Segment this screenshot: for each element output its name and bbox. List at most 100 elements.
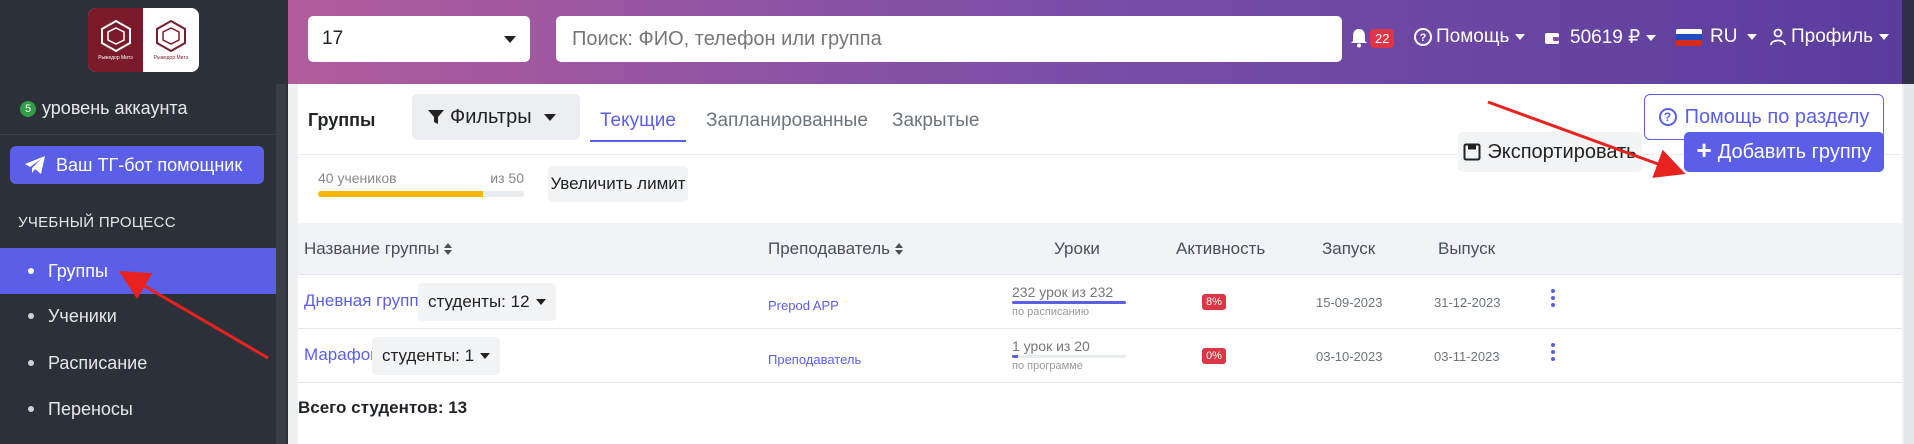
help-label: Помощь [1436, 26, 1510, 47]
activity-badge: 8% [1202, 294, 1226, 310]
teacher-link[interactable]: Prepod APP [768, 298, 839, 313]
tab-planned[interactable]: Запланированные [696, 104, 878, 142]
export-label: Экспортировать [1487, 140, 1637, 163]
account-level-label: уровень аккаунта [42, 98, 188, 118]
account-level[interactable]: 5 уровень аккаунта [20, 98, 187, 119]
logo-mark-dark: Рыжедор Митэ [88, 8, 143, 72]
logo-mark-light: Рыжедор Митэ [143, 8, 199, 72]
sidebar-item-schedule[interactable]: Расписание [0, 340, 276, 386]
chevron-down-icon [1747, 34, 1758, 40]
students-total: Всего студентов: 13 [298, 398, 468, 417]
number-select[interactable]: 17 [308, 16, 530, 62]
column-label: Название группы [304, 239, 440, 258]
students-label: студенты: 12 [428, 292, 530, 311]
student-limit: 40 учеников из 50 [318, 170, 524, 197]
end-date: 31-12-2023 [1434, 295, 1501, 310]
balance-menu[interactable]: 50619 ₽ [1544, 26, 1657, 49]
sidebar-item-groups[interactable]: Группы [0, 248, 276, 294]
end-date: 03-11-2023 [1434, 349, 1500, 364]
column-header-name[interactable]: Название группы [304, 239, 453, 259]
filters-label: Фильтры [450, 105, 532, 128]
divider [0, 134, 276, 135]
telegram-icon [25, 156, 45, 174]
tg-bot-label: Ваш ТГ-бот помощник [56, 154, 243, 175]
language-label: RU [1710, 26, 1738, 47]
table-row: Дневная группа студенты: 12 Prepod APP 2… [298, 275, 1902, 329]
lessons-progress-fill [1012, 355, 1018, 358]
limit-progress-fill [318, 191, 483, 197]
sidebar-item-label: Переносы [48, 398, 133, 419]
limit-total: из 50 [490, 170, 524, 186]
tg-bot-button[interactable]: Ваш ТГ-бот помощник [10, 146, 264, 184]
add-group-button[interactable]: + Добавить группу [1684, 132, 1884, 172]
bullet-icon [28, 360, 34, 366]
lessons-progress: 232 урок из 232 по расписанию [1012, 284, 1126, 318]
profile-menu[interactable]: Профиль [1770, 26, 1890, 48]
groups-panel: Группы Фильтры Текущие Запланированные З… [298, 84, 1902, 444]
students-dropdown[interactable]: студенты: 1 [372, 337, 501, 375]
logo-caption: Рыжедор Митэ [98, 55, 133, 61]
teacher-link[interactable]: Преподаватель [768, 352, 861, 367]
export-button[interactable]: Экспортировать [1458, 132, 1642, 172]
bullet-icon [28, 313, 34, 319]
tab-closed[interactable]: Закрытые [882, 104, 990, 142]
chevron-down-icon [543, 113, 556, 121]
sidebar-item-transfers[interactable]: Переносы [0, 386, 276, 432]
table-header: Название группы Преподаватель Уроки Акти… [298, 223, 1902, 275]
tab-current[interactable]: Текущие [590, 104, 686, 142]
activity-badge: 0% [1202, 348, 1226, 364]
sidebar-item-label: Группы [48, 260, 108, 281]
increase-limit-button[interactable]: Увеличить лимит [548, 166, 688, 202]
sidebar-item-label: Ученики [48, 305, 117, 326]
sidebar-item-students[interactable]: Ученики [0, 293, 276, 339]
group-name-link[interactable]: Дневная группа [304, 291, 428, 311]
question-circle-icon: ? [1658, 108, 1677, 126]
limit-used: 40 учеников [318, 170, 397, 186]
column-header-end: Выпуск [1438, 239, 1496, 258]
profile-label: Профиль [1791, 26, 1874, 47]
lessons-progress-fill [1012, 301, 1126, 304]
sidebar-scrollbar[interactable] [276, 84, 286, 444]
level-badge: 5 [20, 100, 36, 117]
lessons-note: по расписанию [1012, 306, 1090, 318]
svg-text:?: ? [1420, 32, 1427, 44]
chevron-down-icon [504, 36, 516, 43]
filters-button[interactable]: Фильтры [412, 94, 580, 140]
row-menu-icon[interactable] [1550, 289, 1556, 307]
chevron-down-icon [1879, 34, 1890, 40]
sort-icon [894, 243, 903, 255]
students-dropdown[interactable]: студенты: 12 [418, 283, 556, 321]
sidebar: Рыжедор Митэ Рыжедор Митэ 5 уровень акка… [0, 0, 288, 444]
help-menu[interactable]: ? Помощь [1414, 26, 1526, 48]
main-scrollbar[interactable] [1904, 84, 1914, 444]
column-label: Преподаватель [768, 239, 890, 258]
top-header: 17 22 ? Помощь 50619 ₽ RU Профиль [288, 0, 1914, 84]
question-circle-icon: ? [1414, 28, 1432, 46]
students-label: студенты: 1 [382, 346, 475, 365]
group-name-link[interactable]: Марафон [304, 345, 380, 365]
sort-icon [444, 243, 453, 255]
row-menu-icon[interactable] [1550, 343, 1556, 361]
chevron-down-icon [480, 353, 491, 359]
chevron-down-icon [1515, 34, 1526, 40]
bell-icon [1351, 29, 1367, 48]
lessons-note: по программе [1012, 360, 1083, 372]
chevron-down-icon [1646, 34, 1657, 41]
user-icon [1770, 28, 1786, 46]
notifications-button[interactable]: 22 [1350, 28, 1395, 48]
lessons-progress: 1 урок из 20 по программе [1012, 338, 1126, 372]
page-title: Группы [308, 110, 376, 130]
logo[interactable]: Рыжедор Митэ Рыжедор Митэ [88, 8, 199, 72]
toolbar: Группы Фильтры Текущие Запланированные З… [298, 84, 1902, 154]
section-help-label: Помощь по разделу [1684, 105, 1870, 128]
column-header-teacher[interactable]: Преподаватель [768, 239, 903, 259]
plus-icon: + [1696, 135, 1712, 165]
russia-flag-icon [1676, 28, 1702, 46]
search-input[interactable] [556, 16, 1342, 62]
balance-value: 50619 ₽ [1570, 27, 1641, 48]
divider [298, 154, 1902, 155]
table-row: Марафон студенты: 1 Преподаватель 1 урок… [298, 329, 1902, 383]
language-menu[interactable]: RU [1676, 26, 1758, 48]
column-header-start: Запуск [1322, 239, 1376, 258]
lessons-count: 1 урок из 20 [1012, 338, 1090, 354]
